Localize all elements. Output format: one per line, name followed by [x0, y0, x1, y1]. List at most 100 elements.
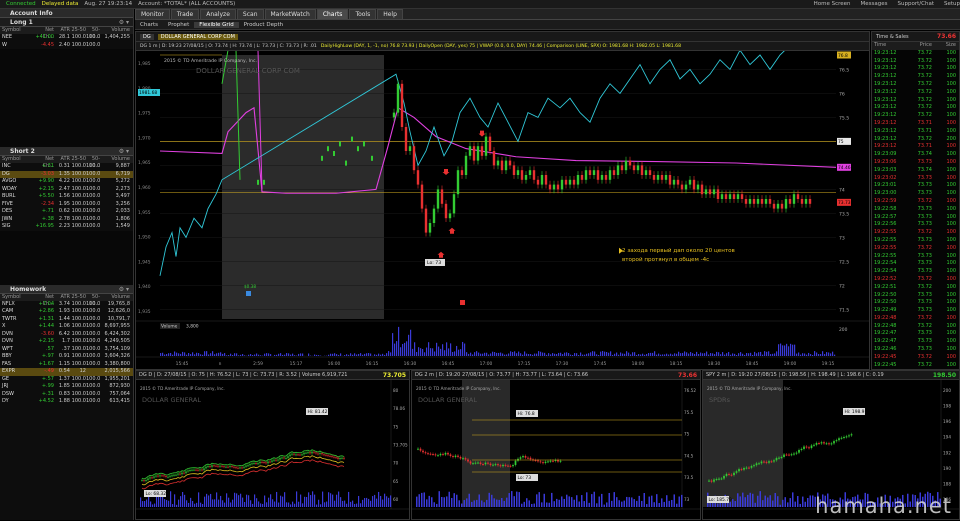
ts-row: 19:22:5973.72100 — [872, 198, 959, 206]
price-tick-label: 75.5 — [839, 115, 849, 121]
volume-bar — [639, 496, 641, 507]
home-screen-button[interactable]: Home Screen — [814, 1, 851, 7]
watchlist-row[interactable]: GE+.571.37100.0100.01,955,201 — [0, 376, 133, 384]
gear-icon[interactable]: ⚙ ▾ — [119, 285, 129, 294]
menu-tab-trade[interactable]: Trade — [171, 9, 199, 19]
candle-body — [333, 151, 335, 156]
volume-bar — [710, 353, 711, 356]
volume-bar — [224, 503, 225, 507]
menu-tab-tools[interactable]: Tools — [349, 9, 376, 19]
submenu-product-depth[interactable]: Product Depth — [239, 22, 288, 28]
candle-body — [806, 447, 808, 448]
menu-tab-help[interactable]: Help — [377, 9, 403, 19]
watchlist-row[interactable]: X+1.441.06100.0100.08,697,955 — [0, 323, 133, 331]
submenu-charts[interactable]: Charts — [135, 22, 163, 28]
menu-tab-marketwatch[interactable]: MarketWatch — [265, 9, 316, 19]
candle-body — [756, 463, 758, 465]
symbol-field[interactable]: DG — [140, 34, 154, 40]
candle-body — [768, 461, 770, 462]
watchlist-row[interactable]: FIVE-2.341.95100.0100.03,256 — [0, 201, 133, 209]
volume-tick-label: 200 — [839, 327, 848, 333]
watchlist-row[interactable]: NEE+41.0028.1100.0100.01,404,255 — [0, 34, 133, 42]
candle-body — [773, 204, 775, 209]
volume-bar — [176, 353, 177, 356]
watchlist-row[interactable]: CAM+2.861.93100.0100.012,626,0 — [0, 308, 133, 316]
watchlist-row[interactable]: WDAY+2.152.47100.0100.02,273 — [0, 186, 133, 194]
watchlist-row[interactable]: JWN+.382.78100.0100.01,806 — [0, 216, 133, 224]
watchlist-row[interactable]: SIG+16.952.23100.0100.01,549 — [0, 223, 133, 231]
candle-body — [267, 462, 268, 464]
candle-body — [151, 477, 152, 478]
spx-tag-label: 1981.68 — [139, 90, 157, 96]
watchlist-row[interactable]: DSW+.310.83100.0100.0757,064 — [0, 391, 133, 399]
watchlist-row[interactable]: DES+.710.62100.0100.02,033 — [0, 208, 133, 216]
volume-bar — [656, 494, 658, 507]
watchlist-row[interactable]: INC+.310.31100.0100.09,887 — [0, 163, 133, 171]
support-button[interactable]: Support/Chat — [898, 1, 934, 7]
volume-bar — [469, 494, 471, 507]
watchlist-row[interactable]: JRJ+.991.85100.0100.0872,930 — [0, 383, 133, 391]
menu-tab-scan[interactable]: Scan — [237, 9, 264, 19]
watchlist-row[interactable]: FAS+1.671.15100.0100.03,380,800 — [0, 361, 133, 369]
candle-body — [542, 462, 544, 463]
watchlist-row[interactable]: DVN-3.606.42100.0100.06,424,302 — [0, 331, 133, 339]
volume-bar — [228, 355, 229, 356]
subchart-canvas[interactable]: 8078.067573.7057065602015 © TD Ameritrad… — [136, 380, 409, 519]
company-watermark: SPDRs — [709, 396, 731, 404]
candle-body — [341, 458, 342, 459]
submenu-flexible-grid[interactable]: Flexible Grid — [194, 22, 238, 28]
volume-bar — [508, 353, 509, 356]
watchlist-row[interactable]: WFT.57.37100.0100.03,754,109 — [0, 346, 133, 354]
candle-body — [167, 477, 168, 478]
volume-bar — [266, 502, 267, 507]
gear-icon[interactable]: ⚙ ▾ — [119, 18, 129, 27]
volume-bar — [352, 355, 353, 356]
volume-bar — [536, 494, 538, 507]
watchlist-row[interactable]: TWTR+1.311.44100.0100.010,791,7 — [0, 316, 133, 324]
menu-tab-charts[interactable]: Charts — [317, 9, 349, 19]
time-tick-label: 17:45 — [594, 361, 607, 367]
candle-body — [521, 170, 523, 180]
candle-body — [637, 165, 639, 170]
candle-body — [557, 185, 559, 190]
volume-bar — [246, 495, 247, 507]
menu-tab-analyze[interactable]: Analyze — [200, 9, 236, 19]
watchlist-row[interactable]: BURL+5.501.56100.0100.03,497 — [0, 193, 133, 201]
messages-button[interactable]: Messages — [861, 1, 888, 7]
candle-body — [726, 474, 728, 476]
watchlist-row[interactable]: NFLX+7.043.74100.0100.019,765,8 — [0, 301, 133, 309]
watchlist-short-header[interactable]: Short 2⚙ ▾ — [0, 147, 133, 156]
watchlist-row[interactable]: EXPR-.490.54122,015,566 — [0, 368, 133, 376]
volume-bar — [584, 501, 586, 507]
watchlist-long-header[interactable]: Long 1⚙ ▾ — [0, 18, 133, 27]
gear-icon[interactable]: ⚙ ▾ — [119, 147, 129, 156]
watchlist-row[interactable]: BBY+.970.91100.0100.03,604,326 — [0, 353, 133, 361]
candle-body — [425, 452, 427, 453]
candle-body — [777, 204, 779, 209]
time-tick-label: 15:17 — [290, 361, 303, 367]
candle-body — [793, 194, 795, 204]
watchlist-row[interactable]: W-4.452.40100.0100.0 — [0, 42, 133, 50]
volume-bar — [710, 503, 712, 507]
candle-body — [585, 170, 587, 180]
setup-button[interactable]: Setup — [944, 1, 960, 7]
candle-body — [450, 454, 452, 456]
watchlist-homework-header[interactable]: Homework⚙ ▾ — [0, 285, 133, 294]
submenu-prophet[interactable]: Prophet — [163, 22, 194, 28]
watchlist-row[interactable]: DG-3.031.35100.0100.06,719 — [0, 171, 133, 179]
volume-bar — [196, 353, 197, 356]
subchart-canvas[interactable]: 76.5275.57574.573.5732015 © TD Ameritrad… — [412, 380, 700, 519]
volume-bar — [204, 351, 205, 356]
watchlist-row[interactable]: DY+4.521.88100.0100.0613,415 — [0, 398, 133, 406]
candle-body — [279, 458, 280, 460]
watchlist-row[interactable]: AVGO+9.904.22100.0100.05,272 — [0, 178, 133, 186]
volume-bar — [238, 355, 239, 356]
main-chart-canvas[interactable]: 76.57675.57574.57473.57372.57271.51,9851… — [136, 51, 869, 369]
account-selector[interactable]: Account: *TOTAL* (ALL ACCOUNTS) — [138, 1, 235, 7]
account-info-header[interactable]: Account Info — [0, 9, 133, 18]
volume-bar — [518, 352, 519, 356]
left-panel: Account Info Long 1⚙ ▾ SymbolNet Ch...AT… — [0, 9, 134, 520]
menu-tab-monitor[interactable]: Monitor — [135, 9, 170, 19]
watchlist-row[interactable]: DVN+2.151.7100.0100.04,249,505 — [0, 338, 133, 346]
volume-bar — [328, 355, 329, 356]
